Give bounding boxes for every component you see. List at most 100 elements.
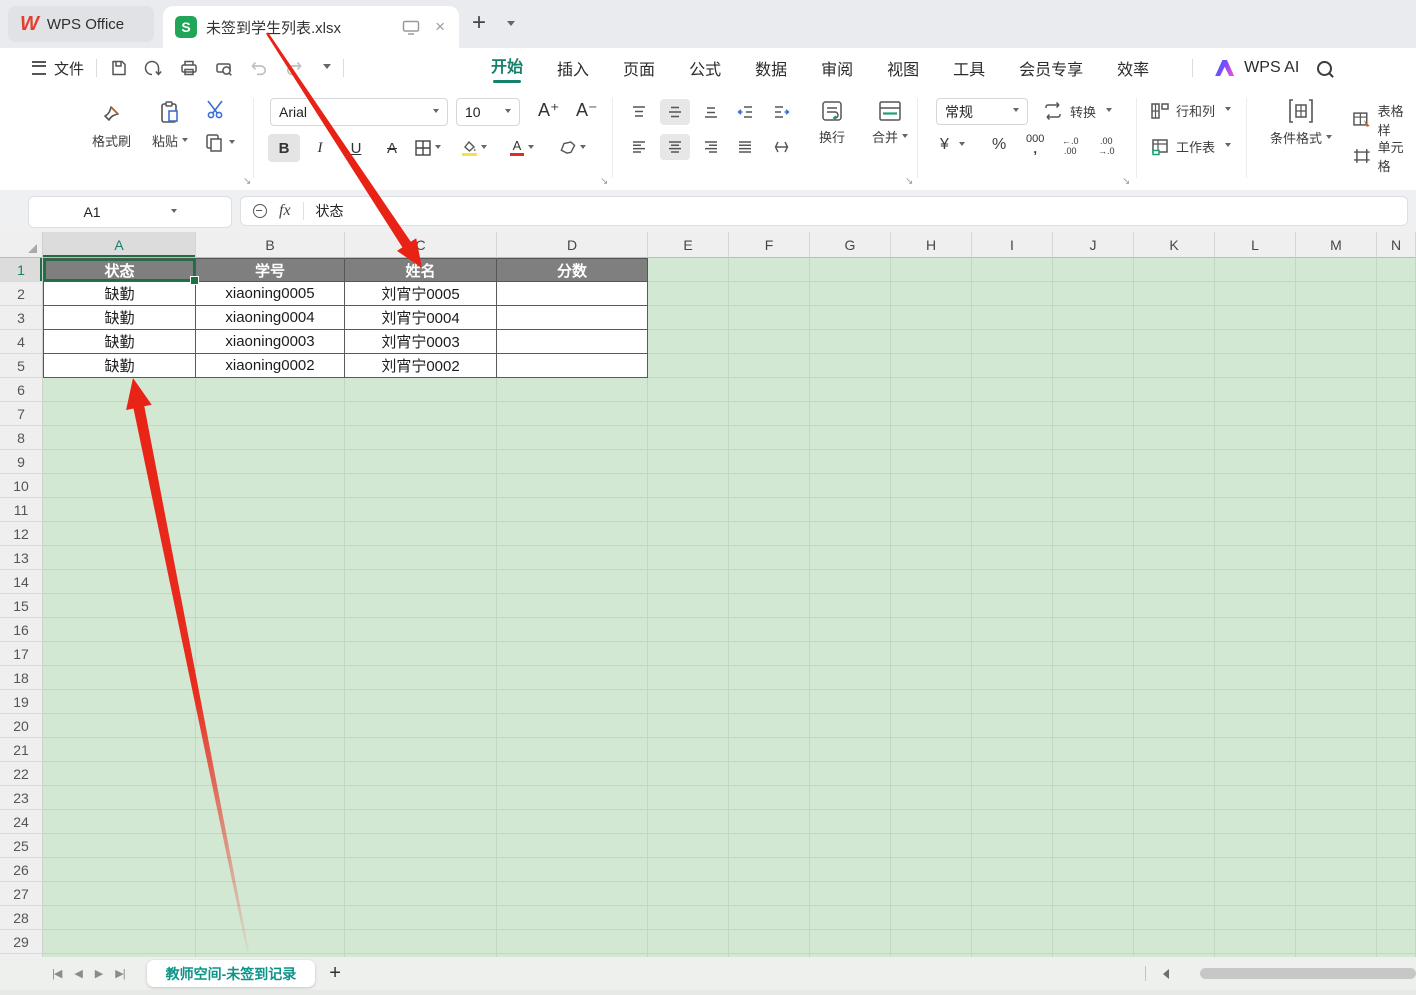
cell-K13[interactable] — [1134, 546, 1215, 570]
cell-J5[interactable] — [1053, 354, 1134, 378]
cell-B9[interactable] — [196, 450, 345, 474]
cell-D23[interactable] — [497, 786, 648, 810]
text-orientation-button[interactable] — [766, 134, 796, 160]
cell-J7[interactable] — [1053, 402, 1134, 426]
cell-D19[interactable] — [497, 690, 648, 714]
cell-B18[interactable] — [196, 666, 345, 690]
cell-L28[interactable] — [1215, 906, 1296, 930]
cell-I5[interactable] — [972, 354, 1053, 378]
cell-N8[interactable] — [1377, 426, 1416, 450]
cell-B24[interactable] — [196, 810, 345, 834]
cell-A14[interactable] — [43, 570, 196, 594]
cell-M1[interactable] — [1296, 258, 1377, 282]
cell-C9[interactable] — [345, 450, 497, 474]
column-header-H[interactable]: H — [891, 232, 972, 258]
cell-F24[interactable] — [729, 810, 810, 834]
align-group-expand-icon[interactable]: ↘ — [905, 176, 913, 187]
cell-M20[interactable] — [1296, 714, 1377, 738]
cell-L12[interactable] — [1215, 522, 1296, 546]
cell-K20[interactable] — [1134, 714, 1215, 738]
cell-H20[interactable] — [891, 714, 972, 738]
cell-G17[interactable] — [810, 642, 891, 666]
cell-A10[interactable] — [43, 474, 196, 498]
cell-G20[interactable] — [810, 714, 891, 738]
cell-M17[interactable] — [1296, 642, 1377, 666]
cell-J25[interactable] — [1053, 834, 1134, 858]
cell-B28[interactable] — [196, 906, 345, 930]
cell-B3[interactable]: xiaoning0004 — [196, 306, 345, 330]
select-all-corner[interactable] — [0, 232, 43, 258]
cell-H24[interactable] — [891, 810, 972, 834]
cell-D22[interactable] — [497, 762, 648, 786]
cell-G8[interactable] — [810, 426, 891, 450]
cell-N1[interactable] — [1377, 258, 1416, 282]
cell-K7[interactable] — [1134, 402, 1215, 426]
cell-N9[interactable] — [1377, 450, 1416, 474]
cell-G12[interactable] — [810, 522, 891, 546]
cell-B1[interactable]: 学号 — [196, 258, 345, 282]
row-header-19[interactable]: 19 — [0, 690, 43, 714]
cell-F11[interactable] — [729, 498, 810, 522]
column-header-C[interactable]: C — [345, 232, 497, 258]
menu-tab-4[interactable]: 数据 — [738, 56, 804, 80]
cell-C17[interactable] — [345, 642, 497, 666]
cell-D6[interactable] — [497, 378, 648, 402]
cell-A13[interactable] — [43, 546, 196, 570]
cell-M5[interactable] — [1296, 354, 1377, 378]
cell-H18[interactable] — [891, 666, 972, 690]
cell-G23[interactable] — [810, 786, 891, 810]
last-sheet-icon[interactable]: ▶| — [115, 967, 124, 980]
cell-L9[interactable] — [1215, 450, 1296, 474]
cell-A28[interactable] — [43, 906, 196, 930]
cell-L6[interactable] — [1215, 378, 1296, 402]
cell-H10[interactable] — [891, 474, 972, 498]
next-sheet-icon[interactable]: ▶ — [95, 967, 102, 980]
align-center-button[interactable] — [660, 134, 690, 160]
cell-K12[interactable] — [1134, 522, 1215, 546]
selection-fill-handle[interactable] — [190, 276, 199, 285]
cell-D29[interactable] — [497, 930, 648, 954]
increase-decimal-button[interactable]: .00 →.0 — [1098, 136, 1115, 156]
cell-J13[interactable] — [1053, 546, 1134, 570]
cell-H23[interactable] — [891, 786, 972, 810]
rows-columns-caret-icon[interactable] — [1225, 107, 1231, 114]
cell-E21[interactable] — [648, 738, 729, 762]
row-header-13[interactable]: 13 — [0, 546, 43, 570]
cell-A2[interactable]: 缺勤 — [43, 282, 196, 306]
cell-format-button[interactable]: 单元格 — [1352, 137, 1416, 175]
cell-B15[interactable] — [196, 594, 345, 618]
file-menu[interactable]: 文件 — [54, 58, 84, 79]
cell-M23[interactable] — [1296, 786, 1377, 810]
number-format-combo[interactable]: 常规 — [936, 98, 1028, 125]
cell-N3[interactable] — [1377, 306, 1416, 330]
prev-sheet-icon[interactable]: ◀ — [74, 967, 81, 980]
worksheet-caret-icon[interactable] — [1225, 143, 1231, 150]
cell-A15[interactable] — [43, 594, 196, 618]
cell-L15[interactable] — [1215, 594, 1296, 618]
cell-A17[interactable] — [43, 642, 196, 666]
cell-L14[interactable] — [1215, 570, 1296, 594]
cell-A8[interactable] — [43, 426, 196, 450]
cell-C29[interactable] — [345, 930, 497, 954]
cell-A7[interactable] — [43, 402, 196, 426]
row-header-23[interactable]: 23 — [0, 786, 43, 810]
cell-E23[interactable] — [648, 786, 729, 810]
cell-E11[interactable] — [648, 498, 729, 522]
cell-E24[interactable] — [648, 810, 729, 834]
cell-D18[interactable] — [497, 666, 648, 690]
cell-J29[interactable] — [1053, 930, 1134, 954]
menu-tab-6[interactable]: 视图 — [870, 56, 936, 80]
cell-G11[interactable] — [810, 498, 891, 522]
cell-D3[interactable] — [497, 306, 648, 330]
cell-F9[interactable] — [729, 450, 810, 474]
cell-J22[interactable] — [1053, 762, 1134, 786]
cell-D25[interactable] — [497, 834, 648, 858]
cell-A9[interactable] — [43, 450, 196, 474]
cell-I11[interactable] — [972, 498, 1053, 522]
row-header-8[interactable]: 8 — [0, 426, 43, 450]
cell-C21[interactable] — [345, 738, 497, 762]
menu-tab-2[interactable]: 页面 — [606, 56, 672, 80]
cell-L23[interactable] — [1215, 786, 1296, 810]
column-header-B[interactable]: B — [196, 232, 345, 258]
row-header-6[interactable]: 6 — [0, 378, 43, 402]
